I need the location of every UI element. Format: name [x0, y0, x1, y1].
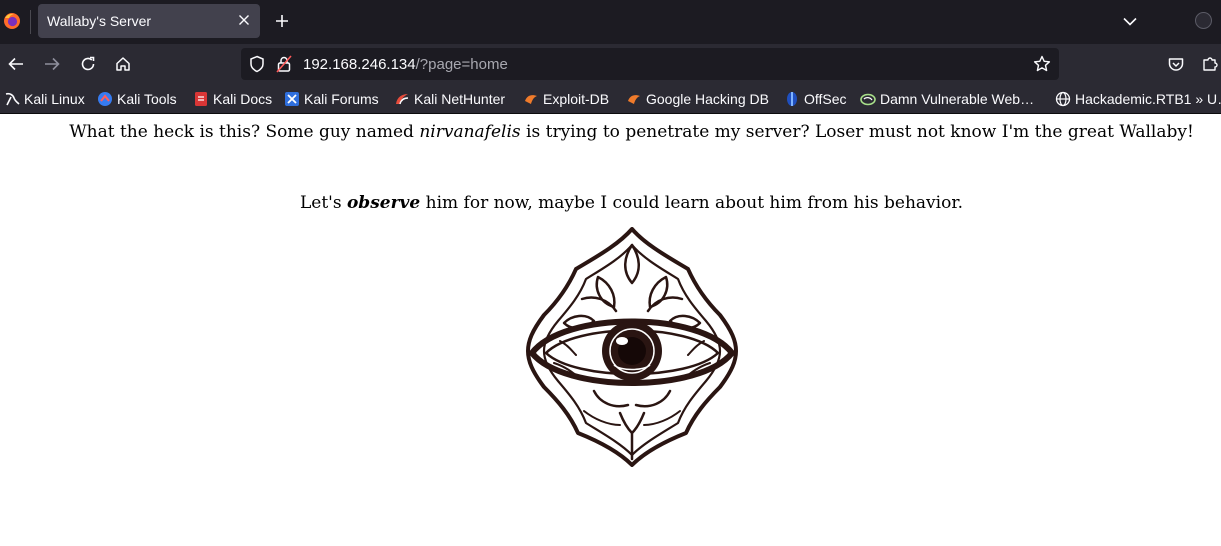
ornamental-eye-illustration: [526, 227, 738, 467]
tab-strip: Wallaby's Server: [0, 0, 1221, 44]
navigation-toolbar: 192.168.246.134/?page=home: [0, 44, 1221, 84]
bookmark-kali-nethunter[interactable]: Kali NetHunter: [394, 90, 505, 108]
tab-title: Wallaby's Server: [47, 13, 152, 29]
kali-docs-icon: [195, 92, 207, 106]
bookmark-offsec[interactable]: OffSec: [784, 90, 847, 108]
list-all-tabs-button[interactable]: [1118, 9, 1142, 33]
kali-nethunter-icon: [396, 94, 409, 105]
reload-icon: [81, 56, 95, 71]
arrow-right-icon: [45, 57, 60, 71]
kali-tools-icon: [98, 92, 112, 106]
kali-dragon-icon: [5, 92, 20, 106]
close-tab-icon[interactable]: [234, 10, 254, 30]
kali-forums-icon: [285, 92, 299, 106]
offsec-icon: [787, 92, 797, 106]
puzzle-icon: [1203, 57, 1218, 71]
page-content: What the heck is this? Some guy named ni…: [0, 115, 1221, 546]
shield-icon[interactable]: [248, 55, 266, 73]
bookmark-hackademic[interactable]: Hackademic.RTB1 » U…: [1055, 90, 1221, 108]
reload-button[interactable]: [76, 52, 100, 76]
pocket-icon: [1168, 57, 1184, 71]
url-host: 192.168.246.134: [303, 56, 416, 73]
bookmark-dvwa[interactable]: Damn Vulnerable Web…: [860, 90, 1034, 108]
tab-active[interactable]: Wallaby's Server: [38, 4, 260, 38]
bookmarks-toolbar: Kali Linux Kali Tools Kali Docs Kali For…: [0, 84, 1221, 114]
exploit-db-icon: [525, 95, 537, 104]
forward-button[interactable]: [40, 52, 64, 76]
new-tab-button[interactable]: [270, 9, 294, 33]
globe-icon: [1055, 91, 1071, 107]
dvwa-icon: [860, 93, 876, 106]
bookmark-exploit-db[interactable]: Exploit-DB: [523, 90, 609, 108]
google-hacking-db-icon: [628, 95, 640, 104]
account-circle-icon[interactable]: [1195, 12, 1212, 29]
observe-emphasis: observe: [346, 193, 421, 213]
bookmark-kali-forums[interactable]: Kali Forums: [284, 90, 379, 108]
home-button[interactable]: [111, 52, 135, 76]
plus-icon: [276, 15, 288, 27]
back-button[interactable]: [4, 52, 28, 76]
bookmark-kali-linux[interactable]: Kali Linux: [4, 90, 85, 108]
bookmark-kali-tools[interactable]: Kali Tools: [97, 90, 177, 108]
insecure-lock-icon[interactable]: [276, 55, 292, 73]
intruder-name: nirvanafelis: [419, 122, 521, 142]
arrow-left-icon: [8, 57, 23, 71]
bookmark-google-hacking-db[interactable]: Google Hacking DB: [626, 90, 769, 108]
chevron-down-icon: [1123, 17, 1137, 26]
intro-paragraph: What the heck is this? Some guy named ni…: [69, 122, 1194, 142]
star-icon[interactable]: [1033, 55, 1051, 73]
extensions-button[interactable]: [1198, 52, 1221, 76]
url-path: /?page=home: [415, 56, 508, 73]
url-text[interactable]: 192.168.246.134/?page=home: [303, 56, 508, 73]
pocket-button[interactable]: [1164, 52, 1188, 76]
firefox-icon[interactable]: [3, 12, 21, 30]
home-icon: [116, 57, 130, 71]
observe-paragraph: Let's observe him for now, maybe I could…: [299, 193, 963, 213]
url-bar[interactable]: 192.168.246.134/?page=home: [241, 48, 1059, 80]
bookmark-kali-docs[interactable]: Kali Docs: [193, 90, 272, 108]
tab-separator: [30, 10, 31, 34]
